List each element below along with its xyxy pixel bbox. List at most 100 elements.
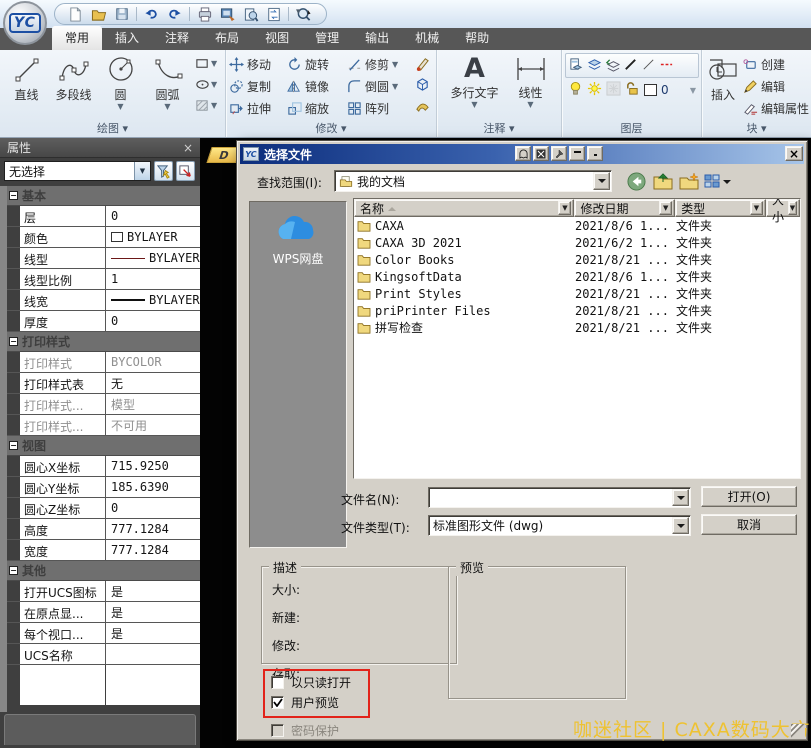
block-group-label[interactable]: 块 ▾ [702, 120, 811, 136]
filename-dropdown-icon[interactable] [672, 489, 689, 506]
layer-group-label[interactable]: 图层 [562, 120, 701, 136]
dialog-close-button[interactable]: × [785, 146, 803, 161]
annotate-group-label[interactable]: 注释 ▾ [437, 120, 561, 136]
filename-combobox[interactable] [428, 487, 691, 508]
properties-close-icon[interactable]: × [183, 141, 193, 155]
block-insert-button[interactable]: 插入 [705, 53, 741, 119]
rotate-button[interactable]: 旋转 [287, 53, 347, 75]
cancel-button[interactable]: 取消 [701, 514, 797, 535]
ellipse-dropdown-icon[interactable]: ▼ [211, 81, 217, 88]
file-row[interactable]: CAXA 3D 2021 2021/6/2 1...文件夹 [354, 234, 800, 251]
view-menu-button[interactable] [701, 170, 733, 192]
mtext-button[interactable]: A 多行文字 ▼ [447, 53, 503, 108]
layer-freeze-toggle[interactable] [606, 81, 621, 99]
linetype-thin-button[interactable] [641, 57, 656, 75]
trim-dropdown-icon[interactable]: ▼ [392, 61, 398, 68]
quick-select-button[interactable] [154, 161, 173, 181]
rectangle-dropdown-icon[interactable]: ▼ [211, 60, 217, 67]
tab-help[interactable]: 帮助 [452, 26, 502, 50]
section-plotstyle[interactable]: −打印样式 [7, 332, 200, 352]
plot-style-button[interactable] [217, 5, 238, 23]
trim-button[interactable]: 修剪▼ [347, 53, 413, 75]
draw-group-label[interactable]: 绘图 ▾ [0, 120, 225, 136]
scale-button[interactable]: 缩放 [287, 97, 347, 119]
look-in-combobox[interactable]: 我的文档 [334, 170, 612, 192]
file-row[interactable]: Print Styles 2021/8/21 ...文件夹 [354, 285, 800, 302]
erase-button[interactable] [415, 53, 430, 74]
column-header-date[interactable]: 修改日期▼ [574, 199, 675, 217]
linear-dim-button[interactable]: 线性 ▼ [509, 53, 553, 108]
sidebar-item-wps-cloud[interactable]: WPS网盘 [273, 250, 324, 267]
collapse-icon[interactable]: − [9, 566, 18, 575]
layer-color-swatch[interactable] [644, 84, 657, 96]
date-filter-dropdown-icon[interactable]: ▼ [659, 201, 672, 215]
layer-properties-button[interactable] [569, 57, 584, 75]
section-basic[interactable]: −基本 [7, 186, 200, 206]
new-folder-button[interactable] [677, 170, 700, 192]
filetype-dropdown-icon[interactable] [672, 517, 689, 534]
tab-view[interactable]: 视图 [252, 26, 302, 50]
tab-insert[interactable]: 插入 [102, 26, 152, 50]
tab-common[interactable]: 常用 [52, 26, 102, 50]
block-create-button[interactable]: 创建 [743, 53, 809, 75]
copy-button[interactable]: 复制 [229, 75, 287, 97]
fillet-dropdown-icon[interactable]: ▼ [392, 83, 398, 90]
tab-layout[interactable]: 布局 [202, 26, 252, 50]
open-button[interactable]: 打开(O) [701, 486, 797, 507]
layer-states-button[interactable] [587, 57, 602, 75]
arc-dropdown-icon[interactable]: ▼ [164, 103, 170, 110]
layer-lock-toggle[interactable] [625, 81, 640, 99]
document-switch-button[interactable] [263, 5, 284, 23]
polyline-button[interactable]: 多段线 [50, 53, 97, 116]
ghost-button[interactable] [515, 146, 531, 161]
layer-sun-toggle[interactable] [587, 81, 602, 99]
hatch-dropdown-icon[interactable]: ▼ [211, 102, 217, 109]
stretch-button[interactable]: 拉伸 [229, 97, 287, 119]
up-folder-button[interactable] [651, 170, 674, 192]
file-row[interactable]: Color Books 2021/8/21 ...文件夹 [354, 251, 800, 268]
qat-overflow-icon[interactable]: ▾ [296, 8, 301, 17]
rectangle-button[interactable]: ▼ [195, 53, 217, 74]
name-filter-dropdown-icon[interactable]: ▼ [558, 201, 571, 215]
tab-manage[interactable]: 管理 [302, 26, 352, 50]
circle-button[interactable]: 圆 ▼ [97, 53, 144, 116]
collapse-icon[interactable]: − [9, 191, 18, 200]
column-header-name[interactable]: 名称▼ [354, 199, 574, 217]
collapse-icon[interactable]: − [9, 441, 18, 450]
tab-output[interactable]: 输出 [352, 26, 402, 50]
linetype-dashed-button[interactable] [659, 57, 674, 75]
file-row[interactable]: CAXA 2021/8/6 1...文件夹 [354, 217, 800, 234]
section-other[interactable]: −其他 [7, 561, 200, 581]
redo-button[interactable] [164, 5, 185, 23]
column-header-size[interactable]: 大小▼ [766, 199, 800, 217]
array-button[interactable]: 阵列 [347, 97, 413, 119]
layer-dropdown-icon[interactable]: ▼ [690, 87, 696, 94]
open-file-button[interactable] [88, 5, 109, 23]
linetype-solid-button[interactable] [623, 57, 638, 75]
minimize-button[interactable] [569, 146, 585, 161]
hatch-button[interactable]: ▼ [195, 95, 217, 116]
restore-button[interactable] [587, 146, 603, 161]
line-button[interactable]: 直线 [3, 53, 50, 116]
ellipse-button[interactable]: ▼ [195, 74, 217, 95]
modify-group-label[interactable]: 修改 ▾ [226, 120, 436, 136]
column-header-type[interactable]: 类型▼ [675, 199, 766, 217]
filetype-combobox[interactable]: 标准图形文件 (dwg) [428, 515, 691, 536]
pickadd-toggle-button[interactable] [176, 161, 195, 181]
circle-dropdown-icon[interactable]: ▼ [117, 103, 123, 110]
block-edit-button[interactable]: 编辑 [743, 75, 809, 97]
collapse-icon[interactable]: − [9, 337, 18, 346]
explode-button[interactable] [415, 74, 430, 95]
print-preview-button[interactable] [240, 5, 261, 23]
linear-dropdown-icon[interactable]: ▼ [527, 101, 533, 108]
save-button[interactable] [111, 5, 132, 23]
block-edit-attr-button[interactable]: 编辑属性 [743, 97, 809, 119]
file-row[interactable]: 拼写检查 2021/8/21 ...文件夹 [354, 319, 800, 336]
selection-combobox[interactable]: 无选择 ▼ [4, 161, 151, 181]
tab-annotate[interactable]: 注释 [152, 26, 202, 50]
look-in-dropdown-icon[interactable] [593, 172, 610, 190]
size-filter-dropdown-icon[interactable]: ▼ [788, 201, 797, 215]
resize-grip[interactable] [791, 724, 805, 738]
pin-button[interactable] [551, 146, 567, 161]
tab-mechanical[interactable]: 机械 [402, 26, 452, 50]
